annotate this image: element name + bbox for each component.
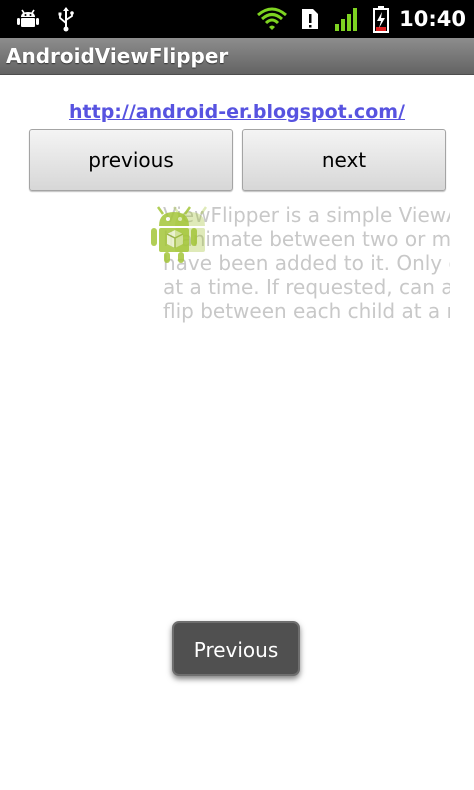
- flipper-line: flip between each child at a regu: [163, 299, 450, 323]
- usb-icon: [58, 7, 74, 32]
- flipper-line: at a time. If requested, can aut: [163, 275, 450, 299]
- app-title: AndroidViewFlipper: [6, 44, 229, 68]
- signal-icon: [335, 8, 357, 31]
- title-bar: AndroidViewFlipper: [0, 38, 474, 75]
- blog-link[interactable]: http://android-er.blogspot.com/: [0, 101, 474, 123]
- android-robot-icon: [151, 206, 208, 263]
- toast-message: Previous: [172, 621, 300, 676]
- battery-charging-icon: [373, 6, 389, 33]
- android-debug-icon: [17, 9, 39, 27]
- status-bar: 10:40: [0, 0, 474, 38]
- next-button[interactable]: next: [242, 129, 446, 191]
- previous-button[interactable]: previous: [29, 129, 233, 191]
- sim-alert-icon: [302, 9, 318, 29]
- wifi-icon: [257, 7, 287, 30]
- view-flipper: ViewFlipper is a simple ViewA ll animate…: [0, 198, 474, 328]
- status-time: 10:40: [399, 7, 466, 31]
